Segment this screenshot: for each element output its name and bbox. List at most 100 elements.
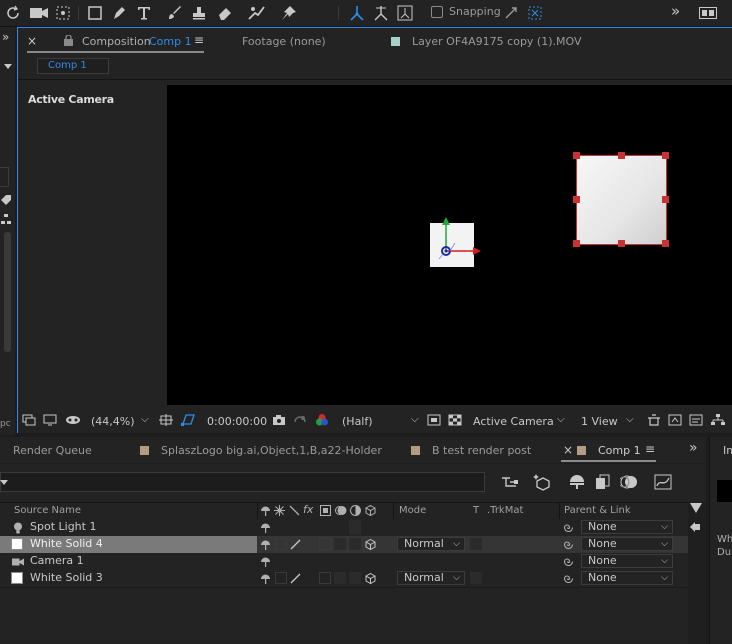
left-panel-collapse[interactable]: » (2, 30, 9, 44)
left-panel-field[interactable] (0, 167, 9, 187)
3d-layer-switch-icon[interactable] (364, 572, 377, 585)
brush-tool-icon[interactable] (166, 4, 184, 22)
pickwhip-icon[interactable] (562, 572, 575, 585)
timeline-more-button[interactable]: » (689, 440, 698, 456)
shy-switch-icon[interactable] (259, 555, 272, 568)
roto-brush-tool-icon[interactable] (246, 4, 268, 22)
zoom-select[interactable]: (44,4%) (91, 415, 135, 428)
pickwhip-icon[interactable] (562, 521, 575, 534)
quality-switch-icon[interactable] (289, 538, 302, 551)
monitor-icon[interactable] (42, 413, 58, 427)
type-tool-icon[interactable] (134, 3, 154, 23)
mask-visibility-icon[interactable] (64, 413, 82, 427)
preserve-transparency-box[interactable] (470, 572, 482, 584)
collapse-switch-header-icon[interactable] (273, 503, 286, 518)
region-of-interest-icon[interactable] (426, 413, 442, 427)
layer-name[interactable]: White Solid 3 (30, 571, 103, 584)
snap-features-icon[interactable] (526, 4, 544, 22)
reset-exposure-icon[interactable] (646, 413, 662, 427)
rotate-tool-icon[interactable] (4, 4, 22, 22)
motion-blur-switch-header-icon[interactable] (334, 503, 348, 518)
fast-previews-icon[interactable] (667, 413, 683, 427)
comp-tab-prefix[interactable]: Composition (82, 35, 151, 48)
frame-blending-icon[interactable] (593, 473, 613, 491)
current-time[interactable]: 0:00:00:00 (207, 415, 267, 428)
camera-view-chevron-icon[interactable]: ⌵ (557, 414, 565, 425)
comp-breadcrumb[interactable]: Comp 1 (37, 58, 109, 74)
layer-search-input[interactable] (0, 472, 485, 492)
parent-select[interactable]: None ⌵ (581, 571, 673, 585)
shy-layers-icon[interactable] (567, 473, 587, 491)
pickwhip-icon[interactable] (562, 538, 575, 551)
pan-behind-tool-icon[interactable] (54, 4, 72, 22)
effect-switch-header[interactable]: fx (303, 503, 313, 516)
layer-row[interactable]: White Solid 3 Normal ⌵ None ⌵ (0, 570, 688, 588)
handle-tm[interactable] (618, 152, 625, 159)
resolution-chevron-icon[interactable]: ⌵ (411, 414, 419, 425)
mask-path-icon[interactable] (179, 412, 197, 428)
world-axis-mode-icon[interactable] (370, 2, 392, 23)
comp-tab-test-render[interactable]: B test render post (432, 444, 531, 457)
flowchart-view-icon[interactable] (710, 413, 726, 427)
snap-edges-icon[interactable] (502, 4, 520, 22)
motion-blur-switch-box[interactable] (349, 572, 361, 584)
comp1-timeline-tab[interactable]: Comp 1 (598, 444, 641, 457)
layer-row[interactable]: White Solid 4 Normal ⌵ None ⌵ (0, 536, 688, 554)
lock-icon[interactable] (62, 34, 74, 46)
rectangle-tool-icon[interactable] (86, 4, 104, 22)
handle-bl[interactable] (573, 240, 580, 247)
shy-switch-icon[interactable] (259, 521, 272, 534)
trkmat-header[interactable]: .TrkMat (487, 505, 523, 516)
grid-guides-icon[interactable] (158, 413, 174, 427)
toolbar-more-button[interactable]: » (671, 2, 680, 20)
playhead-marker[interactable] (690, 503, 702, 513)
blend-mode-select[interactable]: Normal ⌵ (397, 571, 465, 585)
transform-gizmo[interactable] (425, 213, 485, 273)
handle-br[interactable] (662, 240, 669, 247)
parent-select[interactable]: None ⌵ (581, 520, 673, 534)
snapshot-camera-icon[interactable] (271, 413, 287, 427)
view-axis-mode-icon[interactable] (394, 2, 416, 23)
t-header[interactable]: T (473, 505, 479, 516)
frame-blend-switch-box[interactable] (334, 572, 346, 584)
layer-row[interactable]: Spot Light 1 None ⌵ (0, 519, 688, 537)
handle-mr[interactable] (662, 196, 669, 203)
layer-bar-handle-icon[interactable] (688, 520, 702, 534)
eraser-tool-icon[interactable] (216, 4, 234, 22)
handle-tl[interactable] (573, 152, 580, 159)
color-channels-icon[interactable] (314, 412, 330, 428)
always-preview-icon[interactable] (21, 413, 37, 427)
comp1-tab-menu[interactable]: ≡ (645, 442, 655, 456)
zoom-chevron-icon[interactable]: ⌵ (141, 414, 149, 425)
workspace-panel-icon[interactable] (698, 4, 718, 22)
views-chevron-icon[interactable]: ⌵ (626, 414, 634, 425)
layer-name[interactable]: White Solid 4 (30, 537, 103, 550)
3d-layer-header-icon[interactable] (364, 503, 377, 518)
collapse-switch-box[interactable] (275, 572, 287, 584)
camera-view-select[interactable]: Active Camera (473, 415, 554, 428)
parent-link-header[interactable]: Parent & Link (564, 505, 631, 516)
white-solid-selected[interactable] (576, 155, 667, 245)
effect-switch-box[interactable] (319, 538, 331, 550)
search-dropdown-arrow[interactable] (0, 480, 8, 485)
composition-flowchart-icon[interactable] (500, 473, 520, 491)
shy-switch-icon[interactable] (259, 572, 272, 585)
graph-editor-icon[interactable] (653, 473, 673, 491)
camera-tool-icon[interactable] (28, 4, 50, 22)
frame-blend-switch-header-icon[interactable] (319, 503, 332, 518)
layer-tab[interactable]: Layer OF4A9175 copy (1).MOV (412, 35, 582, 48)
left-panel-dropdown-arrow[interactable] (4, 64, 12, 69)
tag-icon[interactable] (0, 194, 12, 206)
comp-tab-close[interactable]: × (27, 34, 37, 48)
views-select[interactable]: 1 View (581, 415, 618, 428)
layer-name[interactable]: Camera 1 (30, 554, 84, 567)
source-name-header[interactable]: Source Name (14, 505, 81, 516)
parent-select[interactable]: None ⌵ (581, 554, 673, 568)
shy-switch-header-icon[interactable] (259, 503, 272, 518)
comp-tab-name[interactable]: Comp 1 (149, 35, 192, 48)
draft-3d-icon[interactable] (532, 472, 554, 492)
render-queue-tab[interactable]: Render Queue (13, 444, 92, 457)
local-axis-mode-icon[interactable] (346, 2, 368, 23)
comp-tab-menu[interactable]: ≡ (194, 33, 204, 47)
frame-blend-switch-box[interactable] (334, 538, 346, 550)
